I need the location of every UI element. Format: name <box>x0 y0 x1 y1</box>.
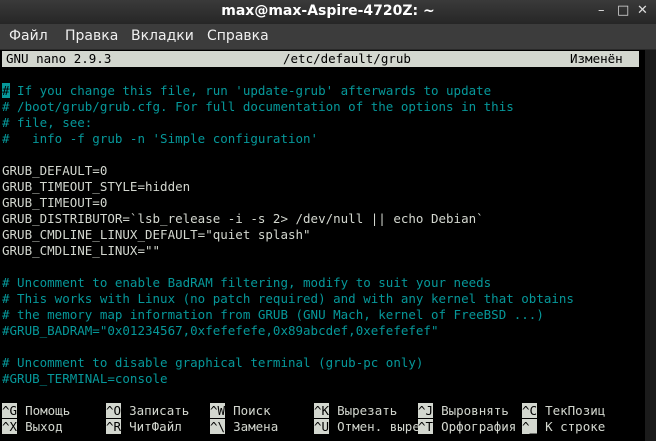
nano-header: GNU nano 2.9.3 /etc/default/grub Изменён <box>2 51 639 67</box>
editor-line-text: If you change this file, run 'update-gru… <box>9 83 492 98</box>
terminal-window: max@max-Aspire-4720Z: ~ – □ ✕ Файл Правк… <box>0 0 656 441</box>
shortcut-label: Орфография <box>441 419 517 434</box>
editor-line[interactable]: # info -f grub -n 'Simple configuration' <box>2 131 318 147</box>
shortcut-key: ^J <box>418 403 434 418</box>
shortcut-item: ^J Выровнять <box>418 403 509 419</box>
shortcut-label: К строке <box>545 419 606 434</box>
editor-line[interactable]: GRUB_DEFAULT=0 <box>2 163 107 179</box>
shortcut-label: Замена <box>233 419 279 434</box>
terminal-area[interactable]: GNU nano 2.9.3 /etc/default/grub Изменён… <box>0 50 645 441</box>
editor-line[interactable]: GRUB_DISTRIBUTOR=`lsb_release -i -s 2> /… <box>2 211 484 227</box>
editor-line[interactable]: #GRUB_TERMINAL=console <box>2 371 168 387</box>
nano-version: GNU nano 2.9.3 <box>6 51 112 66</box>
shortcut-item: ^O Записать <box>106 403 189 419</box>
editor-line[interactable]: # Uncomment to disable graphical termina… <box>2 355 423 371</box>
shortcut-label: Поиск <box>233 403 271 418</box>
window-title: max@max-Aspire-4720Z: ~ <box>221 3 435 19</box>
shortcut-item: ^U Отмен. вырез <box>314 419 427 435</box>
text-cursor: # <box>2 83 10 98</box>
shortcut-key: ^G <box>2 403 18 418</box>
shortcut-key: ^W <box>210 403 226 418</box>
shortcut-key: ^U <box>314 419 330 434</box>
maximize-icon[interactable]: □ <box>617 3 629 18</box>
shortcut-key: ^\ <box>210 419 226 434</box>
editor-line[interactable]: GRUB_CMDLINE_LINUX_DEFAULT="quiet splash… <box>2 227 311 243</box>
shortcut-item: ^R ЧитФайл <box>106 419 182 435</box>
shortcut-label: Помощь <box>25 403 71 418</box>
shortcut-key: ^_ <box>522 419 538 434</box>
shortcut-label: Записать <box>129 403 190 418</box>
title-bar[interactable]: max@max-Aspire-4720Z: ~ – □ ✕ <box>0 0 656 24</box>
shortcut-label: Отмен. вырез <box>337 419 428 434</box>
nano-filename: /etc/default/grub <box>283 51 411 66</box>
menu-edit[interactable]: Правка <box>65 28 118 44</box>
editor-line[interactable]: # the memory map information from GRUB (… <box>2 307 544 323</box>
shortcut-item: ^K Вырезать <box>314 403 397 419</box>
editor-line[interactable]: # Uncomment to enable BadRAM filtering, … <box>2 275 491 291</box>
shortcut-item: ^T Орфография <box>418 419 516 435</box>
shortcut-label: ТекПозиц <box>545 403 606 418</box>
shortcut-label: Выход <box>25 419 63 434</box>
editor-line[interactable]: GRUB_TIMEOUT=0 <box>2 195 107 211</box>
shortcut-item: ^_ К строке <box>522 419 605 435</box>
editor-line[interactable]: # /boot/grub/grub.cfg. For full document… <box>2 99 514 115</box>
editor-line[interactable]: # file, see: <box>2 115 92 131</box>
scrollbar[interactable] <box>645 50 656 441</box>
shortcut-key: ^K <box>314 403 330 418</box>
shortcut-key: ^C <box>522 403 538 418</box>
minimize-icon[interactable]: – <box>598 3 605 18</box>
editor-line[interactable]: GRUB_CMDLINE_LINUX="" <box>2 243 160 259</box>
shortcut-key: ^R <box>106 419 122 434</box>
shortcut-label: Выровнять <box>441 403 509 418</box>
shortcut-label: ЧитФайл <box>129 419 182 434</box>
editor-line[interactable]: #GRUB_BADRAM="0x01234567,0xfefefefe,0x89… <box>2 323 439 339</box>
nano-modified-status: Изменён <box>570 51 623 66</box>
editor-line[interactable]: # This works with Linux (no patch requir… <box>2 291 574 307</box>
shortcut-item: ^W Поиск <box>210 403 271 419</box>
menu-tabs[interactable]: Вкладки <box>131 28 194 44</box>
shortcut-item: ^C ТекПозиц <box>522 403 605 419</box>
shortcut-key: ^T <box>418 419 434 434</box>
menu-help[interactable]: Справка <box>207 28 269 44</box>
editor-line[interactable]: # If you change this file, run 'update-g… <box>2 83 491 99</box>
editor-line[interactable]: GRUB_TIMEOUT_STYLE=hidden <box>2 179 190 195</box>
shortcut-item: ^X Выход <box>2 419 63 435</box>
menu-file[interactable]: Файл <box>9 28 48 44</box>
shortcut-label: Вырезать <box>337 403 398 418</box>
shortcut-key: ^X <box>2 419 18 434</box>
shortcut-item: ^\ Замена <box>210 419 278 435</box>
close-icon[interactable]: ✕ <box>637 3 648 18</box>
shortcut-key: ^O <box>106 403 122 418</box>
shortcut-item: ^G Помощь <box>2 403 70 419</box>
menu-bar: Файл Правка Вкладки Справка <box>0 24 656 50</box>
